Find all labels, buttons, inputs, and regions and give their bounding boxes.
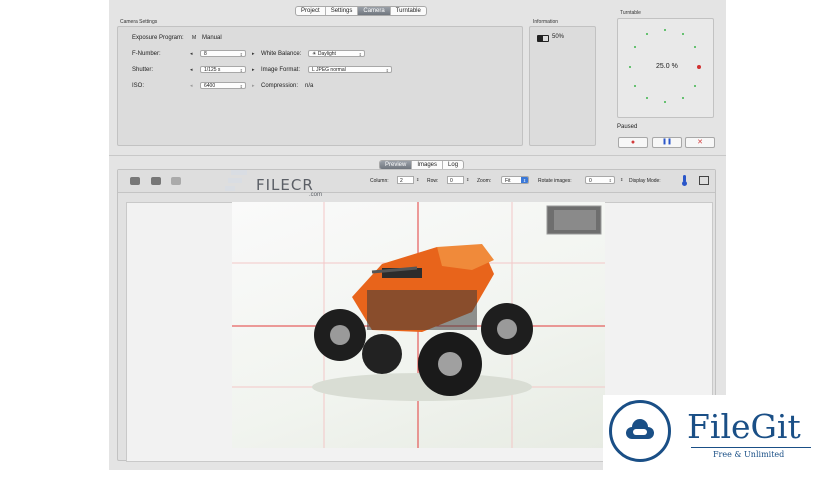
iso-increase-icon[interactable]: ▸ (252, 83, 255, 89)
turntable-position-dot (664, 101, 666, 103)
multi-camera-icon[interactable] (171, 177, 181, 185)
exposure-value: Manual (202, 35, 222, 41)
compression-label: Compression: (261, 83, 299, 89)
shutter-select[interactable]: 1/125 s ⇕ (200, 66, 246, 73)
filecr-watermark-sub: .com (309, 192, 323, 198)
quad-bike-photo (232, 202, 605, 448)
chevron-updown-icon: ⇕ (521, 177, 528, 183)
pane-divider[interactable] (109, 155, 726, 156)
chevron-updown-icon: ⇕ (239, 52, 243, 57)
filegit-divider (691, 447, 811, 448)
tab-log[interactable]: Log (443, 161, 463, 169)
camera-settings-group: Exposure Program: M Manual F-Number: ◂ 8… (117, 26, 523, 146)
iso-select[interactable]: 6400 ⇕ (200, 82, 246, 89)
compression-value: n/a (305, 83, 314, 89)
white-balance-select[interactable]: ☀ Daylight ⇕ (308, 50, 365, 57)
shutter-label: Shutter: (132, 67, 154, 73)
white-balance-label: White Balance: (261, 51, 302, 57)
shutter-decrease-icon[interactable]: ◂ (190, 67, 193, 73)
column-field[interactable]: 2 (397, 176, 414, 184)
zoom-select[interactable]: Fit ⇕ (501, 176, 529, 184)
image-format-select[interactable]: L JPEG normal ⇕ (308, 66, 392, 73)
stop-button[interactable]: ✕ (685, 137, 715, 148)
row-stepper-icon[interactable]: ⇕ (466, 177, 469, 182)
filegit-subtitle: Free & Unlimited (713, 450, 785, 459)
chevron-updown-icon: ⇕ (608, 178, 612, 183)
rotate-select[interactable]: 0 ⇕ (585, 176, 615, 184)
camera-settings-title: Camera Settings (120, 19, 158, 25)
top-tab-bar: Project Settings Camera Turntable (295, 6, 427, 16)
exposure-icon: M (192, 35, 197, 41)
tab-images[interactable]: Images (412, 161, 444, 169)
chevron-updown-icon: ⇕ (239, 68, 243, 73)
row-field[interactable]: 0 (447, 176, 464, 184)
preview-image (232, 202, 605, 448)
turntable-position-dot (646, 97, 648, 99)
turntable-position-dot (664, 29, 666, 31)
turntable-position-dot (682, 33, 684, 35)
column-label: Column: (370, 178, 389, 184)
zoom-label: Zoom: (477, 178, 492, 184)
chevron-updown-icon: ⇕ (385, 68, 389, 73)
shutter-increase-icon[interactable]: ▸ (252, 67, 255, 73)
tab-project[interactable]: Project (296, 7, 326, 15)
fnumber-label: F-Number: (132, 51, 161, 57)
tab-settings[interactable]: Settings (326, 7, 359, 15)
row-label: Row: (427, 178, 439, 184)
record-button[interactable]: ● (618, 137, 648, 148)
image-format-label: Image Format: (261, 67, 301, 73)
rotate-label: Rotate images: (538, 178, 572, 184)
exposure-label: Exposure Program: (132, 35, 184, 41)
tab-turntable[interactable]: Turntable (391, 7, 426, 15)
turntable-title: Turntable (620, 10, 641, 16)
camera-capture-icon[interactable] (151, 177, 161, 185)
chevron-updown-icon: ⇕ (358, 52, 362, 57)
camera-icon[interactable] (130, 177, 140, 185)
turntable-position-dot (694, 85, 696, 87)
tab-camera[interactable]: Camera (358, 7, 391, 15)
turntable-group: 25.0 % (617, 18, 714, 118)
filecr-logo-icon (225, 170, 247, 196)
fnumber-decrease-icon[interactable]: ◂ (190, 51, 193, 57)
battery-icon (537, 35, 549, 42)
display-mode-label: Display Mode: (629, 178, 661, 184)
turntable-status: Paused (617, 124, 638, 130)
information-group: 50% (529, 26, 596, 146)
turntable-percent: 25.0 % (656, 63, 678, 70)
column-stepper-icon[interactable]: ⇕ (416, 177, 419, 182)
turntable-position-dot (694, 46, 696, 48)
turntable-position-dot (634, 46, 636, 48)
tab-preview[interactable]: Preview (380, 161, 413, 169)
turntable-current-dot (697, 65, 701, 69)
preview-toolbar: Column: 2 ⇕ Row: 0 ⇕ Zoom: Fit ⇕ Rotate i… (118, 170, 715, 193)
filegit-logo-icon (609, 400, 671, 462)
turntable-position-dot (682, 97, 684, 99)
fnumber-select[interactable]: 8 ⇕ (200, 50, 246, 57)
turntable-position-dot (629, 66, 631, 68)
information-title: Information (533, 19, 559, 25)
turntable-position-dot (634, 85, 636, 87)
filegit-badge: FileGit Free & Unlimited (603, 395, 831, 471)
iso-label: ISO: (132, 83, 145, 89)
filegit-title: FileGit (687, 407, 801, 446)
iso-decrease-icon[interactable]: ◂ (190, 83, 193, 89)
battery-value: 50% (552, 34, 565, 40)
filecr-watermark: FILECR (256, 176, 314, 194)
pause-button[interactable]: ❚❚ (652, 137, 682, 148)
fullscreen-icon[interactable] (699, 176, 709, 185)
rotate-stepper-icon[interactable]: ⇕ (620, 177, 623, 182)
thermometer-icon[interactable] (681, 175, 688, 186)
turntable-position-dot (646, 33, 648, 35)
fnumber-increase-icon[interactable]: ▸ (252, 51, 255, 57)
chevron-updown-icon: ⇕ (239, 84, 243, 89)
